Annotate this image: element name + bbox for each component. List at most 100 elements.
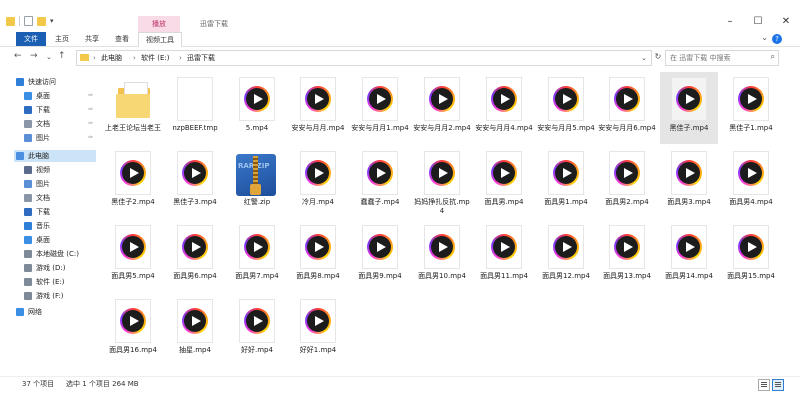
play-icon — [439, 168, 448, 178]
nav-item-10[interactable]: 音乐 — [14, 220, 96, 232]
video-thumbnail-icon — [672, 226, 706, 268]
file-item[interactable]: 安安与月月1.mp4 — [351, 72, 409, 144]
file-name: 面具男8.mp4 — [296, 272, 340, 280]
context-tab-play[interactable]: 播放 — [138, 16, 180, 32]
tab-share[interactable]: 共享 — [78, 32, 106, 46]
ribbon-collapse-button[interactable]: ⌄ — [761, 33, 768, 42]
search-box[interactable]: ⌕ — [665, 50, 779, 66]
help-button[interactable]: ? — [772, 34, 782, 44]
file-item[interactable]: 黑佳子.mp4 — [660, 72, 718, 144]
file-item[interactable]: 面具男14.mp4 — [660, 220, 718, 292]
minimize-button[interactable]: – — [716, 14, 744, 30]
breadcrumb-drive-e[interactable]: 软件 (E:) — [141, 51, 169, 65]
scrollbar[interactable] — [788, 70, 794, 370]
file-item[interactable]: 5.mp4 — [228, 72, 286, 144]
file-item[interactable]: 面具男8.mp4 — [289, 220, 347, 292]
file-item[interactable]: 面具男.mp4 — [475, 146, 533, 218]
file-item[interactable]: 面具男16.mp4 — [104, 294, 162, 366]
up-button[interactable]: ↑ — [58, 51, 66, 61]
recent-locations-button[interactable]: ⌄ — [46, 53, 52, 61]
nav-item-15[interactable]: 游戏 (F:) — [14, 290, 96, 302]
file-item[interactable]: 黑佳子3.mp4 — [166, 146, 224, 218]
nav-item-1[interactable]: 桌面 ✑ — [14, 90, 96, 102]
file-item[interactable]: 上老王论坛当老王 — [104, 72, 162, 144]
player-logo-core — [616, 236, 638, 258]
file-item[interactable]: 面具男10.mp4 — [413, 220, 471, 292]
forward-button[interactable]: → — [30, 51, 38, 61]
player-logo-icon — [614, 160, 640, 186]
properties-icon[interactable] — [24, 16, 33, 26]
nav-item-12[interactable]: 本地磁盘 (C:) — [14, 248, 96, 260]
file-item[interactable]: 黑佳子1.mp4 — [722, 72, 780, 144]
file-item[interactable]: 好好1.mp4 — [289, 294, 347, 366]
window-title: 迅雷下载 — [200, 20, 228, 28]
address-dropdown-button[interactable]: ⌄ — [641, 51, 647, 65]
nav-item-2[interactable]: 下载 ✑ — [14, 104, 96, 116]
file-item[interactable]: 黑佳子2.mp4 — [104, 146, 162, 218]
file-item[interactable]: 安安与月月6.mp4 — [598, 72, 656, 144]
tab-view[interactable]: 查看 — [108, 32, 136, 46]
file-item[interactable]: 冷月.mp4 — [289, 146, 347, 218]
nav-item-4[interactable]: 图片 ✑ — [14, 132, 96, 144]
large-icons-view-button[interactable] — [772, 379, 784, 391]
file-item[interactable]: 面具男9.mp4 — [351, 220, 409, 292]
file-item[interactable]: 安安与月月.mp4 — [289, 72, 347, 144]
file-item[interactable]: 抽星.mp4 — [166, 294, 224, 366]
nav-item-0[interactable]: 快速访问 — [14, 76, 96, 88]
file-item[interactable]: 面具男3.mp4 — [660, 146, 718, 218]
details-view-button[interactable] — [758, 379, 770, 391]
nav-item-11[interactable]: 桌面 — [14, 234, 96, 246]
refresh-button[interactable]: ↻ — [652, 50, 664, 64]
nav-item-9[interactable]: 下载 — [14, 206, 96, 218]
nav-item-3[interactable]: 文档 ✑ — [14, 118, 96, 130]
tab-file[interactable]: 文件 — [16, 32, 46, 46]
nav-item-13[interactable]: 游戏 (D:) — [14, 262, 96, 274]
tab-home[interactable]: 主页 — [48, 32, 76, 46]
file-item[interactable]: 面具男15.mp4 — [722, 220, 780, 292]
player-logo-core — [431, 162, 453, 184]
file-name: 面具男4.mp4 — [729, 198, 773, 206]
file-item[interactable]: 妈妈挣扎反抗.mp4 — [413, 146, 471, 218]
breadcrumb-separator[interactable]: › — [133, 51, 136, 65]
file-item[interactable]: 安安与月月4.mp4 — [475, 72, 533, 144]
quick-access-dropdown[interactable]: ▾ — [50, 17, 54, 25]
file-item[interactable]: 面具男13.mp4 — [598, 220, 656, 292]
file-item[interactable]: 面具男12.mp4 — [537, 220, 595, 292]
file-item[interactable]: 面具男6.mp4 — [166, 220, 224, 292]
breadcrumb-this-pc[interactable]: 此电脑 — [101, 51, 122, 65]
address-bar[interactable]: › 此电脑 › 软件 (E:) › 迅雷下载 ⌄ — [76, 50, 652, 66]
nav-item-16[interactable]: 网络 — [14, 306, 96, 318]
file-name: 安安与月月4.mp4 — [475, 124, 533, 132]
breadcrumb-xunlei[interactable]: 迅雷下载 — [187, 51, 215, 65]
file-item[interactable]: 面具男11.mp4 — [475, 220, 533, 292]
player-logo-icon — [738, 234, 764, 260]
back-button[interactable]: ← — [14, 51, 22, 61]
file-item[interactable]: 安安与月月2.mp4 — [413, 72, 471, 144]
file-item[interactable]: RAR ZIP 红警.zip — [228, 146, 286, 218]
nav-item-8[interactable]: 文档 — [14, 192, 96, 204]
file-item[interactable]: 好好.mp4 — [228, 294, 286, 366]
file-item[interactable]: nzpBEEF.tmp — [166, 72, 224, 144]
file-item[interactable]: 面具男7.mp4 — [228, 220, 286, 292]
file-item[interactable]: 面具男1.mp4 — [537, 146, 595, 218]
nav-item-7[interactable]: 图片 — [14, 178, 96, 190]
play-icon — [254, 242, 263, 252]
nav-item-6[interactable]: 视频 — [14, 164, 96, 176]
breadcrumb-separator[interactable]: › — [93, 51, 96, 65]
file-item[interactable]: 面具男4.mp4 — [722, 146, 780, 218]
breadcrumb-separator[interactable]: › — [179, 51, 182, 65]
file-item[interactable]: 面具男2.mp4 — [598, 146, 656, 218]
search-input[interactable] — [670, 51, 762, 65]
player-logo-core — [246, 310, 268, 332]
new-folder-icon[interactable] — [37, 16, 46, 26]
maximize-button[interactable]: ☐ — [744, 14, 772, 30]
file-item[interactable]: 面具男5.mp4 — [104, 220, 162, 292]
file-item[interactable]: 安安与月月5.mp4 — [537, 72, 595, 144]
nav-item-14[interactable]: 软件 (E:) — [14, 276, 96, 288]
file-item[interactable]: 蠢蠢子.mp4 — [351, 146, 409, 218]
search-icon[interactable]: ⌕ — [771, 52, 775, 62]
player-logo-icon — [120, 234, 146, 260]
nav-item-5[interactable]: 此电脑 — [14, 150, 96, 162]
close-button[interactable]: ✕ — [772, 14, 800, 30]
tab-video-tools[interactable]: 视频工具 — [138, 32, 182, 47]
